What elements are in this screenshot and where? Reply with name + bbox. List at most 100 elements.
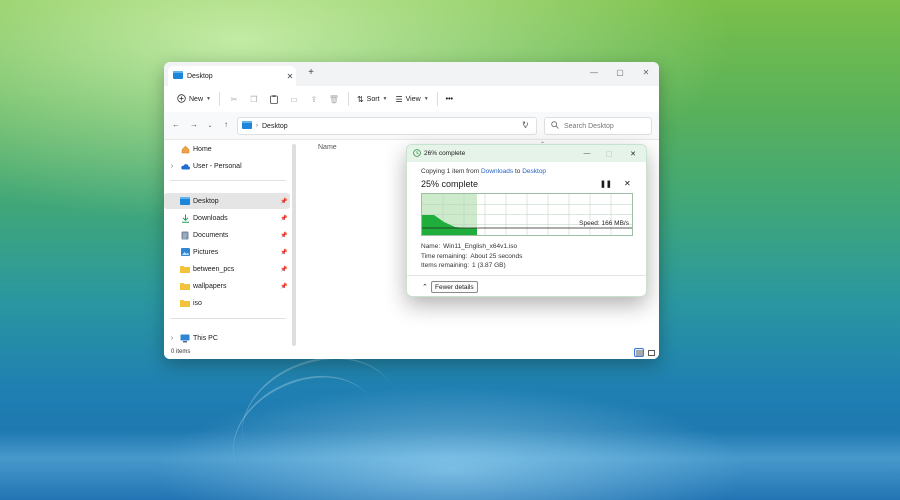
close-tab-icon[interactable]: ✕ (284, 72, 296, 81)
pin-icon: 📌 (280, 266, 288, 273)
address-bar[interactable]: › Desktop ⌄ (237, 117, 537, 135)
refresh-icon[interactable]: ↻ (522, 120, 529, 129)
dialog-title-bar: 26% complete — ▢ ✕ (407, 145, 646, 162)
copy-icon[interactable]: ❐ (244, 90, 264, 108)
sidebar-item-this-pc[interactable]: › This PC (164, 330, 290, 346)
copy-progress-dialog: 26% complete — ▢ ✕ Copying 1 item from D… (406, 144, 647, 297)
details-view-button[interactable] (634, 348, 644, 357)
forward-arrow-icon[interactable]: → (188, 120, 200, 129)
new-tab-button[interactable]: + (304, 67, 318, 78)
sidebar-item-label: wallpapers (193, 282, 227, 290)
detail-row-items: Items remaining: 1 (3.87 GB) (421, 262, 506, 269)
sidebar-scrollbar[interactable] (292, 144, 296, 346)
documents-icon (180, 231, 190, 240)
breadcrumb-desktop[interactable]: Desktop (262, 123, 519, 130)
desktop-folder-icon (242, 121, 252, 131)
sidebar-item-desktop[interactable]: Desktop 📌 (164, 193, 290, 209)
sidebar-item-home[interactable]: Home (164, 141, 290, 157)
sidebar-item-label: This PC (193, 334, 218, 342)
maximize-icon[interactable]: ▢ (607, 62, 633, 82)
pin-icon: 📌 (280, 249, 288, 256)
share-icon[interactable]: ⇪ (304, 90, 324, 108)
detail-row-name: Name: Win11_English_x64v1.iso (421, 243, 518, 250)
percent-complete-label: 25% complete (421, 179, 479, 189)
search-input[interactable]: Search Desktop (544, 117, 652, 135)
pause-button[interactable]: ❚❚ (600, 180, 612, 188)
chevron-down-icon: ▼ (382, 96, 388, 102)
search-icon (551, 121, 559, 131)
window-controls: — ▢ ✕ (581, 62, 659, 82)
view-button[interactable]: ☰ View ▼ (391, 90, 432, 108)
new-button[interactable]: New ▼ (173, 90, 215, 108)
tab-desktop[interactable]: Desktop ✕ (168, 66, 296, 86)
status-bar: 0 items (164, 346, 659, 359)
wallpaper-streak (224, 336, 416, 500)
computer-icon (180, 334, 190, 343)
sidebar-item-wallpapers[interactable]: wallpapers 📌 (164, 278, 290, 294)
speed-label: Speed: 166 MB/s (579, 220, 629, 227)
time-remaining: About 25 seconds (470, 252, 523, 260)
sidebar-item-pictures[interactable]: Pictures 📌 (164, 244, 290, 260)
expand-chevron-icon[interactable]: › (164, 163, 180, 170)
fewer-details-button[interactable]: Fewer details (431, 281, 478, 293)
dialog-footer: ⌃ Fewer details (407, 275, 646, 296)
detail-row-time: Time remaining: About 25 seconds (421, 252, 523, 260)
column-header-name[interactable]: Name (318, 144, 337, 151)
sidebar-item-label: Downloads (193, 214, 228, 222)
transfer-speed-graph: Speed: 166 MB/s (421, 193, 633, 236)
sort-icon: ⇅ (356, 94, 364, 104)
chevron-down-icon: ▼ (206, 96, 211, 102)
title-bar: Desktop ✕ + — ▢ ✕ (164, 62, 659, 86)
maximize-icon: ▢ (605, 150, 613, 158)
cancel-button[interactable]: ✕ (624, 179, 631, 188)
sidebar-item-user-personal[interactable]: › User - Personal (164, 158, 290, 174)
more-options-button[interactable]: ••• (442, 90, 457, 108)
download-icon (180, 214, 190, 223)
minimize-icon[interactable]: — (581, 148, 593, 159)
recent-chevron-icon[interactable]: ⌄ (204, 122, 216, 129)
wallpaper-horizon (0, 430, 900, 500)
source-link[interactable]: Downloads (481, 168, 513, 175)
minimize-icon[interactable]: — (581, 62, 607, 82)
destination-link[interactable]: Desktop (522, 168, 546, 175)
sidebar-item-documents[interactable]: Documents 📌 (164, 227, 290, 243)
sidebar-item-label: Documents (193, 231, 229, 239)
sort-button-label: Sort (366, 95, 380, 103)
tab-title: Desktop (187, 72, 213, 80)
copy-details: Name: Win11_English_x64v1.iso Time remai… (421, 242, 522, 271)
tiles-view-button[interactable] (646, 348, 656, 357)
chevron-up-icon[interactable]: ⌃ (422, 283, 428, 291)
back-arrow-icon[interactable]: ← (170, 120, 182, 129)
speed-graph-svg (422, 194, 632, 235)
plus-circle-icon (177, 93, 186, 105)
paste-icon[interactable] (264, 90, 284, 108)
search-placeholder: Search Desktop (564, 122, 614, 130)
delete-icon[interactable]: 🗑 (324, 90, 344, 108)
sidebar-item-downloads[interactable]: Downloads 📌 (164, 210, 290, 226)
file-name: Win11_English_x64v1.iso (443, 243, 518, 250)
pin-icon: 📌 (280, 198, 288, 205)
close-dialog-icon[interactable]: ✕ (627, 148, 639, 159)
rename-icon[interactable]: ▭ (284, 90, 304, 108)
desktop-folder-icon (180, 197, 190, 206)
sidebar-divider (170, 318, 286, 319)
pin-icon: 📌 (280, 232, 288, 239)
expand-chevron-icon[interactable]: › (164, 335, 180, 342)
sidebar-item-between-pcs[interactable]: between_pcs 📌 (164, 261, 290, 277)
up-arrow-icon[interactable]: ↑ (220, 120, 232, 129)
sidebar-item-label: between_pcs (193, 265, 235, 273)
sidebar-item-iso[interactable]: iso (164, 295, 290, 311)
cut-icon[interactable]: ✂ (224, 90, 244, 108)
new-button-label: New (189, 95, 204, 103)
clock-icon (413, 149, 421, 159)
wallpaper-streak (213, 353, 397, 500)
sort-button[interactable]: ⇅ Sort ▼ (353, 90, 392, 108)
item-count: 0 items (171, 349, 191, 355)
toolbar-divider (218, 92, 220, 106)
folder-icon (180, 282, 190, 291)
close-window-icon[interactable]: ✕ (633, 62, 659, 82)
pin-icon: 📌 (280, 215, 288, 222)
toolbar-divider (347, 92, 349, 106)
onedrive-cloud-icon (180, 162, 190, 171)
folder-icon (180, 265, 190, 274)
